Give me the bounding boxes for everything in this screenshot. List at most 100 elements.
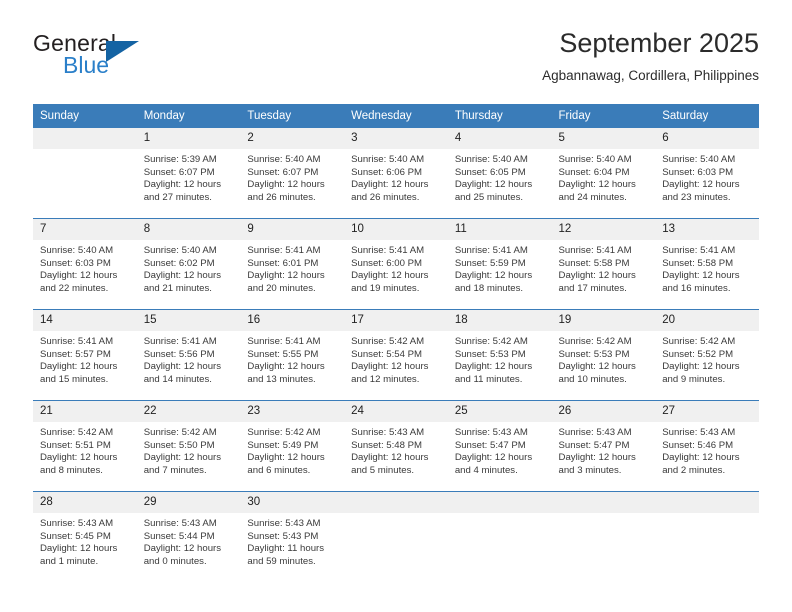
daylight-line: Daylight: 12 hours [40,543,118,555]
calendar-day-cell[interactable]: 15 Sunrise: 5:41 AM Sunset: 5:56 PM Dayligh… [136,309,241,401]
calendar-day-cell-empty [655,491,759,582]
calendar-day-cell[interactable]: 21 Sunrise: 5:42 AM Sunset: 5:51 PM Dayligh… [33,400,137,492]
daylight-line-continued: and 18 minutes. [454,282,524,294]
calendar-day-cell[interactable]: 24 Sunrise: 5:43 AM Sunset: 5:48 PM Dayligh… [344,400,448,492]
sunrise-line: Sunrise: 5:40 AM [454,154,528,165]
day-number [447,492,552,513]
calendar-day-cell[interactable]: 30 Sunrise: 5:43 AM Sunset: 5:43 PM Dayligh… [240,491,345,582]
logo-text-blue: Blue [63,52,110,78]
calendar-day-cell[interactable]: 16 Sunrise: 5:41 AM Sunset: 5:55 PM Dayligh… [240,309,345,401]
calendar-day-cell[interactable]: 19 Sunrise: 5:42 AM Sunset: 5:53 PM Dayligh… [551,309,656,401]
sunset-line: Sunset: 5:45 PM [40,530,111,542]
calendar-day-cell[interactable]: 22 Sunrise: 5:42 AM Sunset: 5:50 PM Dayligh… [136,400,241,492]
daylight-line: Daylight: 12 hours [247,452,325,464]
calendar-day-cell[interactable]: 10 Sunrise: 5:41 AM Sunset: 6:00 PM Dayligh… [344,218,448,310]
day-detail-text: Sunrise: 5:43 AM Sunset: 5:47 PM Daylight:… [448,422,552,477]
calendar-page: General Blue September 2025 Agbannawag, … [0,0,792,612]
day-number: 26 [551,401,656,422]
calendar-day-cell[interactable]: 12 Sunrise: 5:41 AM Sunset: 5:58 PM Dayligh… [551,218,656,310]
daylight-line: Daylight: 12 hours [662,361,740,373]
sunset-line: Sunset: 5:53 PM [454,348,526,360]
calendar-day-cell[interactable]: 27 Sunrise: 5:43 AM Sunset: 5:46 PM Dayligh… [655,400,759,492]
day-number: 4 [447,128,552,149]
daylight-line-continued: and 1 minute. [40,555,99,567]
sunset-line: Sunset: 5:47 PM [454,439,526,451]
day-number [33,128,137,149]
daylight-line: Daylight: 11 hours [247,543,325,555]
daylight-line-continued: and 7 minutes. [143,464,207,476]
sunset-line: Sunset: 5:48 PM [351,439,423,451]
calendar-day-cell[interactable]: 13 Sunrise: 5:41 AM Sunset: 5:58 PM Dayligh… [655,218,759,310]
sunset-line: Sunset: 5:53 PM [558,348,630,360]
day-number: 8 [136,219,241,240]
sunset-line: Sunset: 6:07 PM [143,166,215,178]
calendar-day-cell[interactable]: 2 Sunrise: 5:40 AM Sunset: 6:07 PM Daylight… [240,127,345,219]
sunrise-line: Sunrise: 5:42 AM [143,427,217,438]
calendar-day-cell[interactable]: 4 Sunrise: 5:40 AM Sunset: 6:05 PM Daylight… [447,127,552,219]
weekday-header-monday: Monday [136,104,241,128]
day-number: 19 [551,310,656,331]
day-detail-text: Sunrise: 5:41 AM Sunset: 5:59 PM Daylight:… [448,240,552,295]
calendar-day-cell[interactable]: 8 Sunrise: 5:40 AM Sunset: 6:02 PM Daylight… [136,218,241,310]
calendar-day-cell[interactable]: 29 Sunrise: 5:43 AM Sunset: 5:44 PM Dayligh… [136,491,241,582]
calendar-day-cell[interactable]: 25 Sunrise: 5:43 AM Sunset: 5:47 PM Dayligh… [447,400,552,492]
page-subtitle: Agbannawag, Cordillera, Philippines [542,68,759,83]
calendar-day-cell[interactable]: 14 Sunrise: 5:41 AM Sunset: 5:57 PM Dayligh… [33,309,137,401]
daylight-line-continued: and 21 minutes. [143,282,212,294]
triangle-flag-icon [106,41,139,62]
sunset-line: Sunset: 5:47 PM [558,439,630,451]
sunset-line: Sunset: 5:44 PM [143,530,215,542]
day-detail-text: Sunrise: 5:43 AM Sunset: 5:43 PM Daylight:… [240,513,344,568]
day-number: 7 [33,219,137,240]
sunset-line: Sunset: 5:56 PM [143,348,215,360]
calendar-day-cell[interactable]: 1 Sunrise: 5:39 AM Sunset: 6:07 PM Daylight… [136,127,241,219]
calendar-day-cell[interactable]: 28 Sunrise: 5:43 AM Sunset: 5:45 PM Dayligh… [33,491,137,582]
daylight-line-continued: and 16 minutes. [662,282,731,294]
day-number: 6 [655,128,759,149]
calendar-day-cell[interactable]: 5 Sunrise: 5:40 AM Sunset: 6:04 PM Daylight… [551,127,656,219]
daylight-line-continued: and 24 minutes. [558,191,627,203]
day-number [655,492,759,513]
sunset-line: Sunset: 6:03 PM [40,257,111,269]
month-calendar-table: Sunday Monday Tuesday Wednesday Thursday Frid… [33,104,759,582]
sunrise-line: Sunrise: 5:43 AM [247,518,321,529]
calendar-day-cell-empty [447,491,552,582]
daylight-line: Daylight: 12 hours [351,270,429,282]
sunset-line: Sunset: 6:01 PM [247,257,319,269]
sunrise-line: Sunrise: 5:40 AM [40,245,114,256]
sunrise-line: Sunrise: 5:42 AM [662,336,736,347]
calendar-day-cell[interactable]: 18 Sunrise: 5:42 AM Sunset: 5:53 PM Dayligh… [447,309,552,401]
day-number [551,492,656,513]
calendar-day-cell[interactable]: 23 Sunrise: 5:42 AM Sunset: 5:49 PM Dayligh… [240,400,345,492]
day-detail-text: Sunrise: 5:41 AM Sunset: 5:56 PM Daylight:… [137,331,241,386]
sunrise-line: Sunrise: 5:41 AM [351,245,425,256]
generalblue-logo[interactable]: General Blue [33,30,223,90]
calendar-day-cell[interactable]: 26 Sunrise: 5:43 AM Sunset: 5:47 PM Dayligh… [551,400,656,492]
calendar-day-cell[interactable]: 3 Sunrise: 5:40 AM Sunset: 6:06 PM Daylight… [344,127,448,219]
daylight-line-continued: and 3 minutes. [558,464,622,476]
day-detail-text: Sunrise: 5:40 AM Sunset: 6:03 PM Daylight:… [33,240,137,295]
sunrise-line: Sunrise: 5:42 AM [247,427,321,438]
sunset-line: Sunset: 5:58 PM [662,257,734,269]
calendar-day-cell[interactable]: 17 Sunrise: 5:42 AM Sunset: 5:54 PM Dayligh… [344,309,448,401]
sunset-line: Sunset: 5:49 PM [247,439,319,451]
calendar-day-cell[interactable]: 11 Sunrise: 5:41 AM Sunset: 5:59 PM Dayligh… [447,218,552,310]
sunrise-line: Sunrise: 5:43 AM [351,427,425,438]
calendar-day-cell[interactable]: 20 Sunrise: 5:42 AM Sunset: 5:52 PM Dayligh… [655,309,759,401]
day-number: 2 [240,128,345,149]
sunset-line: Sunset: 5:54 PM [351,348,423,360]
day-detail-text: Sunrise: 5:41 AM Sunset: 5:58 PM Daylight:… [552,240,656,295]
daylight-line-continued: and 19 minutes. [351,282,420,294]
day-number: 9 [240,219,345,240]
daylight-line-continued: and 26 minutes. [247,191,316,203]
day-detail-text [33,149,137,154]
daylight-line-continued: and 27 minutes. [143,191,212,203]
calendar-day-cell[interactable]: 6 Sunrise: 5:40 AM Sunset: 6:03 PM Daylight… [655,127,759,219]
daylight-line: Daylight: 12 hours [143,270,222,282]
calendar-day-cell[interactable]: 7 Sunrise: 5:40 AM Sunset: 6:03 PM Daylight… [33,218,137,310]
calendar-day-cell[interactable]: 9 Sunrise: 5:41 AM Sunset: 6:01 PM Daylight… [240,218,345,310]
weekday-header-thursday: Thursday [447,104,552,128]
calendar-header-row: Sunday Monday Tuesday Wednesday Thursday Frid… [33,104,759,128]
sunset-line: Sunset: 6:00 PM [351,257,423,269]
calendar-day-cell-empty [33,127,137,219]
